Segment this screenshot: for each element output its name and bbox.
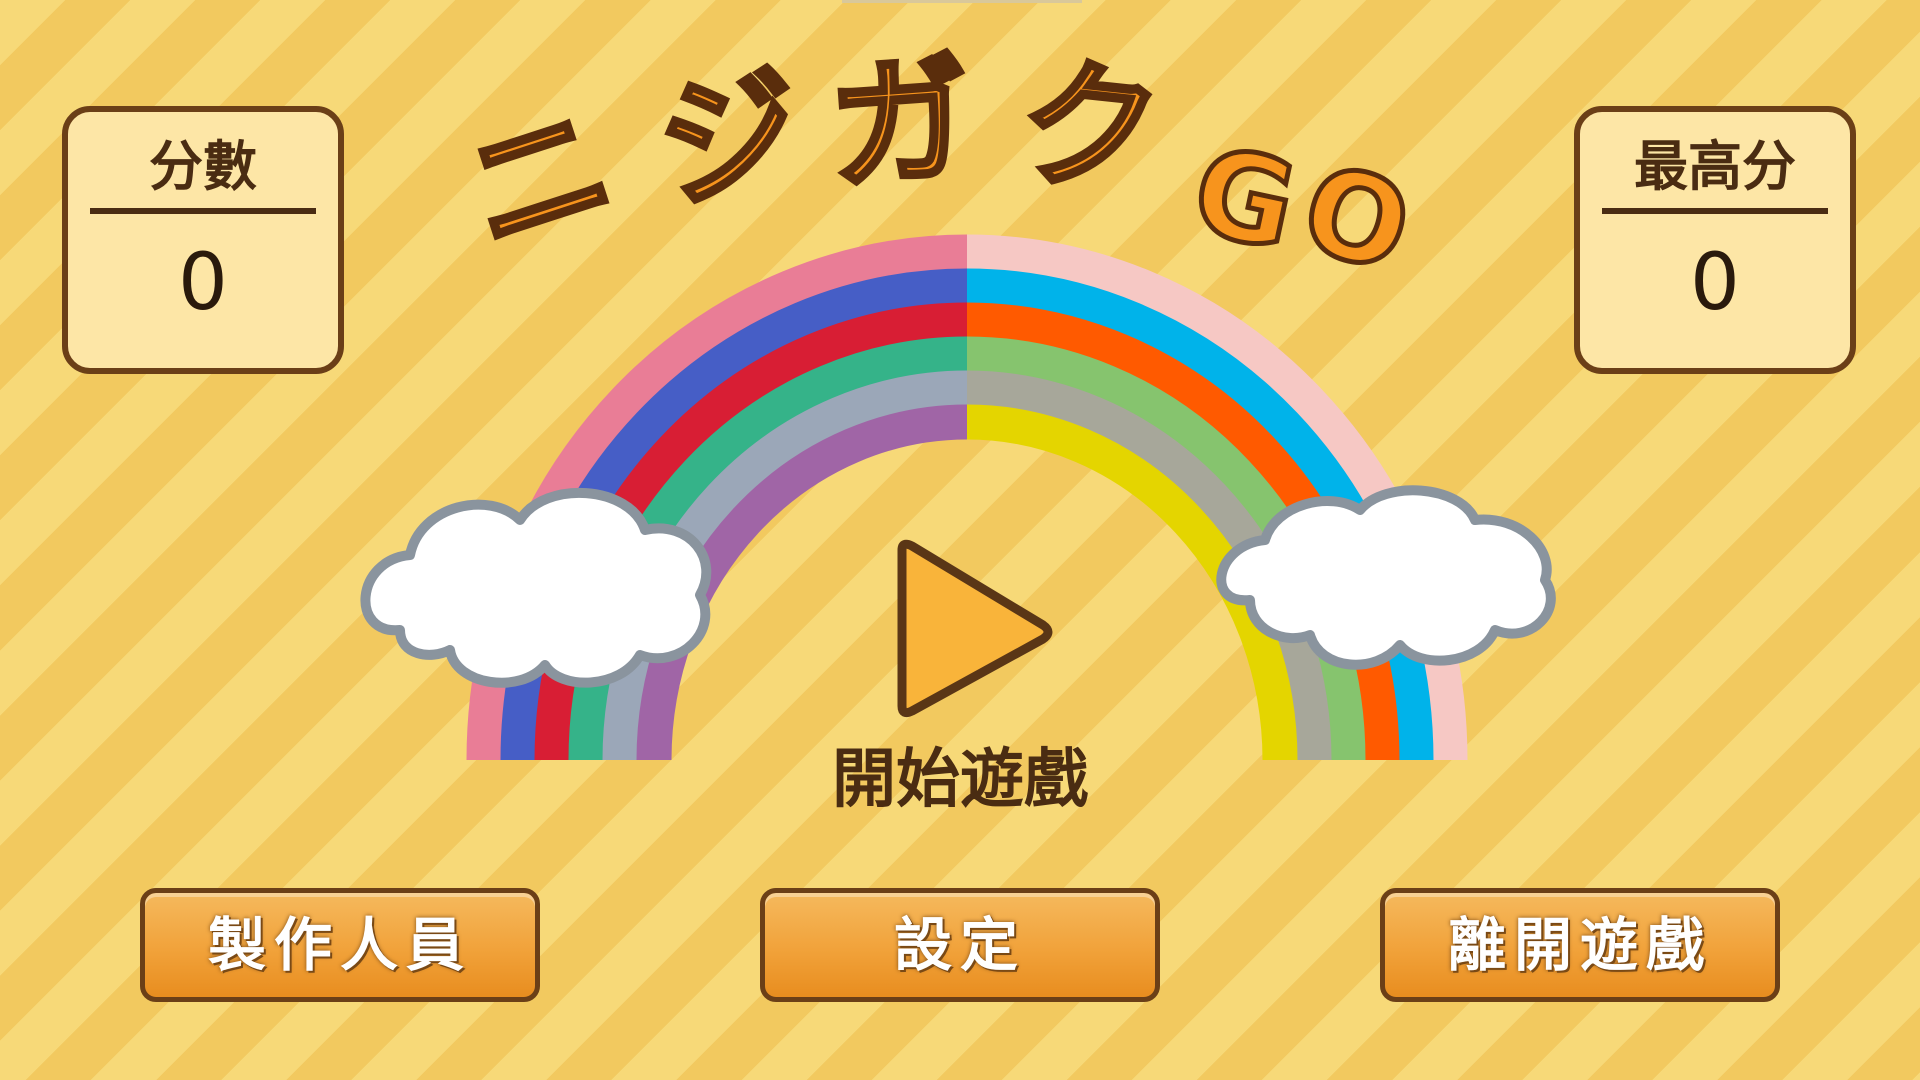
play-label[interactable]: 開始遊戲 [760, 728, 1160, 820]
credits-button[interactable]: 製作人員 [140, 888, 540, 1002]
play-icon [897, 539, 1053, 718]
play-button[interactable] [888, 536, 1060, 722]
settings-button[interactable]: 設定 [760, 888, 1160, 1002]
quit-button[interactable]: 離開遊戲 [1380, 888, 1780, 1002]
